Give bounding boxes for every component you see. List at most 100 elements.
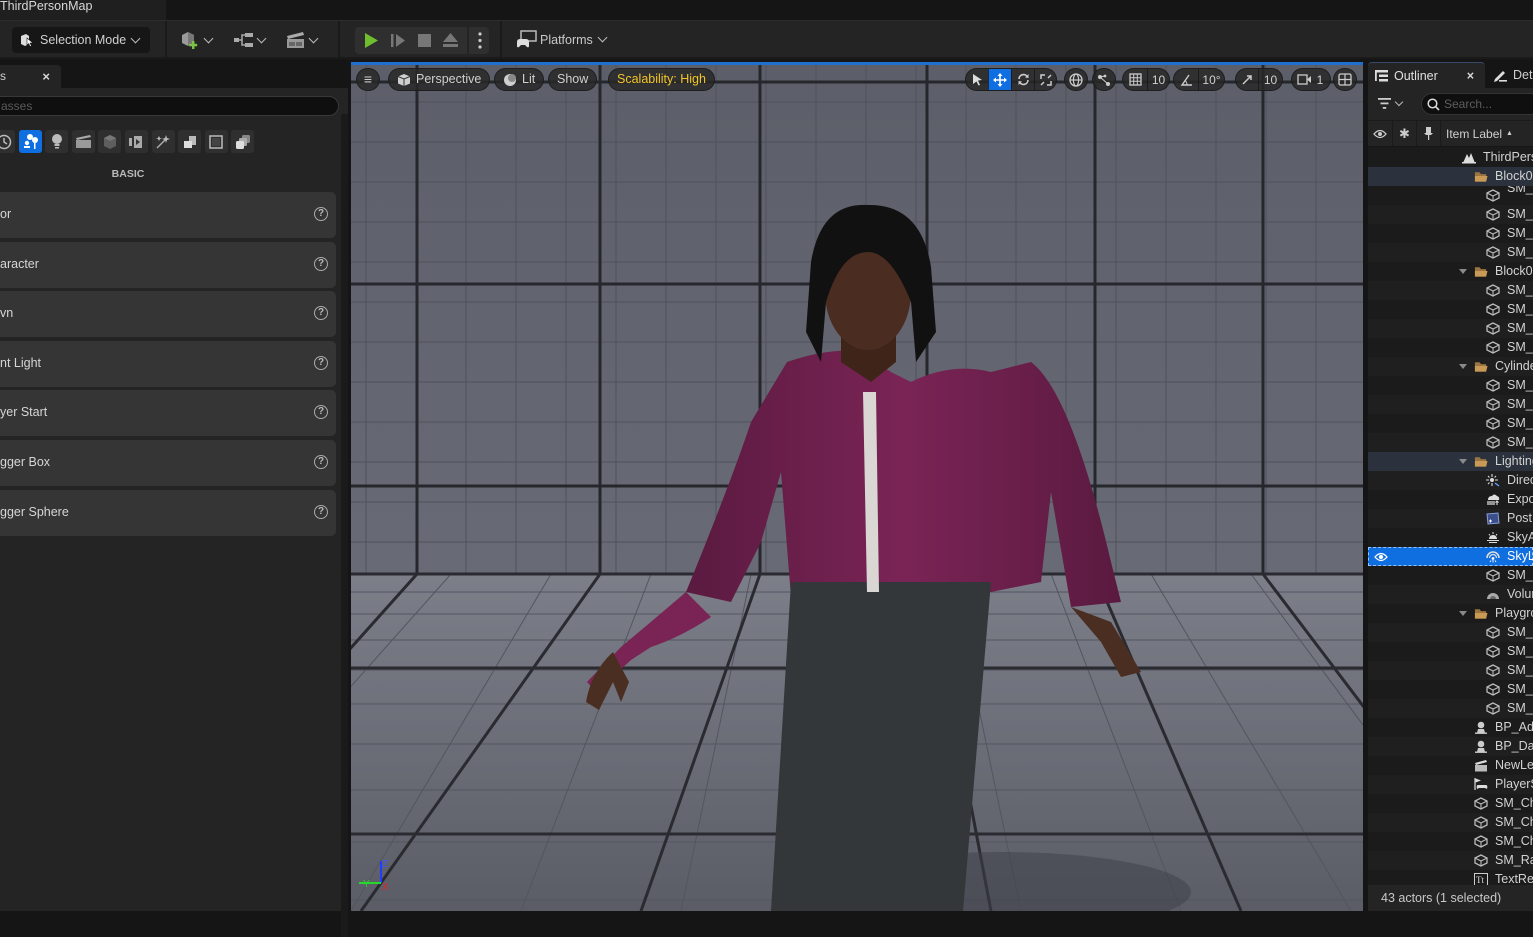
help-icon[interactable]: ? (314, 454, 328, 469)
select-tool[interactable] (966, 69, 988, 90)
actor-item[interactable]: gger Sphere? (0, 489, 336, 536)
surface-snapping-button[interactable] (1092, 68, 1116, 91)
outliner-row[interactable]: Direct (1368, 471, 1533, 490)
blueprint-button[interactable] (233, 29, 267, 51)
eject-icon[interactable] (442, 32, 459, 49)
outliner-row[interactable]: SM_Q (1368, 243, 1533, 262)
outliner-row[interactable]: SM_C (1368, 661, 1533, 680)
grid-snap-value[interactable]: 10 (1147, 69, 1169, 90)
view-mode-button[interactable]: Lit (494, 68, 545, 91)
rotate-tool[interactable] (1011, 69, 1034, 90)
translate-tool[interactable] (988, 69, 1011, 90)
outliner-row[interactable]: SM_C (1368, 300, 1533, 319)
close-icon[interactable]: × (42, 65, 50, 88)
outliner-row[interactable]: SM_Q (1368, 395, 1533, 414)
expand-arrow-icon[interactable] (1459, 611, 1467, 616)
help-icon[interactable]: ? (314, 306, 328, 321)
outliner-row[interactable]: SM_Q (1368, 224, 1533, 243)
camera-speed-toggle[interactable] (1292, 69, 1316, 90)
outliner-row[interactable]: SM_Q (1368, 376, 1533, 395)
outliner-row[interactable]: Expor (1368, 490, 1533, 509)
outliner-row[interactable]: SM_Q (1368, 338, 1533, 357)
outliner-row[interactable]: SkyLi (1368, 547, 1533, 566)
actor-item[interactable]: nt Light? (0, 340, 336, 387)
grid-snap-toggle[interactable] (1123, 69, 1147, 90)
advance-frame-icon[interactable] (390, 32, 406, 49)
outliner-tab[interactable]: Outliner × (1368, 62, 1485, 88)
help-icon[interactable]: ? (314, 207, 328, 221)
camera-speed-value[interactable]: 1 (1316, 69, 1330, 90)
level-tab[interactable]: ThirdPersonMap (0, 0, 166, 20)
outliner-row[interactable]: SM_Q (1368, 319, 1533, 338)
outliner-folder-row[interactable]: Cylinder (1368, 357, 1533, 376)
outliner-row[interactable]: SM_S (1368, 566, 1533, 585)
eye-icon[interactable] (1374, 550, 1388, 566)
help-icon[interactable]: ? (314, 355, 328, 370)
scale-tool[interactable] (1034, 69, 1056, 90)
show-button[interactable]: Show (548, 68, 598, 91)
outliner-row[interactable]: SM_C (1368, 699, 1533, 718)
cinematics-button[interactable] (285, 29, 319, 51)
selection-mode-dropdown[interactable]: Selection Mode (12, 27, 150, 53)
outliner-row[interactable]: BP_Dax (1368, 737, 1533, 756)
outliner-row[interactable]: SM_C (1368, 186, 1533, 205)
platforms-dropdown[interactable]: Platforms (516, 30, 608, 49)
category-all-classes[interactable] (204, 130, 228, 153)
outliner-row[interactable]: SM_Cha (1368, 832, 1533, 851)
outliner-row[interactable]: SM_C (1368, 205, 1533, 224)
outliner-row[interactable]: SM_C (1368, 281, 1533, 300)
outliner-row[interactable]: SM_C (1368, 642, 1533, 661)
actor-item[interactable]: yer Start? (0, 390, 336, 437)
category-stacked[interactable] (231, 130, 255, 153)
scene-render[interactable] (351, 62, 1363, 911)
filter-button[interactable] (1378, 97, 1404, 109)
scalability-button[interactable]: Scalability: High (608, 68, 715, 91)
help-icon[interactable]: ? (314, 504, 328, 519)
outliner-row[interactable]: SM_Q (1368, 414, 1533, 433)
help-icon[interactable]: ? (314, 405, 328, 420)
category-cinematic[interactable] (71, 130, 95, 153)
outliner-row[interactable]: SM_C (1368, 680, 1533, 699)
place-actors-tab[interactable]: s × (0, 65, 61, 88)
favorite-column[interactable]: ✱ (1393, 120, 1417, 147)
outliner-folder-row[interactable]: Block02 (1368, 167, 1533, 186)
viewport-options-button[interactable]: ≡ (356, 68, 380, 91)
actor-item[interactable]: vn? (0, 291, 336, 338)
actor-item[interactable]: gger Box? (0, 439, 336, 486)
outliner-row[interactable]: ThirdPers (1368, 148, 1533, 167)
outliner-row[interactable]: SM_Rar (1368, 851, 1533, 870)
add-actor-button[interactable] (180, 29, 214, 51)
scale-snap-value[interactable]: 10 (1258, 69, 1282, 90)
outliner-row[interactable]: SM_Cha (1368, 794, 1533, 813)
category-volumes[interactable] (124, 130, 148, 153)
search-classes-input[interactable]: asses (0, 96, 339, 116)
outliner-row[interactable]: PlayerS (1368, 775, 1533, 794)
category-effects[interactable] (151, 130, 175, 153)
outliner-row[interactable]: SM_Cha (1368, 813, 1533, 832)
viewport-layout-button[interactable] (1333, 68, 1357, 91)
camera-speed-group[interactable]: 1 (1291, 68, 1331, 91)
expand-arrow-icon[interactable] (1459, 459, 1467, 464)
scale-snap-toggle[interactable] (1236, 69, 1258, 90)
outliner-row[interactable]: PostP (1368, 509, 1533, 528)
coordinate-system-button[interactable] (1064, 68, 1088, 91)
visibility-column[interactable] (1368, 120, 1393, 147)
level-viewport[interactable]: ≡ Perspective Lit Show Scalability: High… (351, 62, 1363, 911)
outliner-row[interactable]: SkyAt (1368, 528, 1533, 547)
outliner-folder-row[interactable]: Block03 (1368, 262, 1533, 281)
item-label-column[interactable]: Item Label ▲ (1441, 127, 1513, 141)
help-icon[interactable]: ? (314, 256, 328, 271)
outliner-row[interactable]: BP_Ada (1368, 718, 1533, 737)
actor-item[interactable]: or? (0, 192, 336, 238)
category-basic[interactable] (18, 130, 42, 153)
rotation-snap-toggle[interactable] (1174, 69, 1198, 90)
actor-item[interactable]: aracter? (0, 241, 336, 288)
outliner-row[interactable]: SM_Q (1368, 433, 1533, 452)
scrollbar[interactable] (341, 114, 348, 937)
outliner-folder-row[interactable]: Playgro (1368, 604, 1533, 623)
category-lights[interactable] (45, 130, 69, 153)
outliner-row[interactable]: NewLev (1368, 756, 1533, 775)
category-recently-placed[interactable] (0, 130, 15, 153)
category-visual-effects[interactable] (98, 130, 122, 153)
details-tab[interactable]: Det (1489, 62, 1533, 88)
